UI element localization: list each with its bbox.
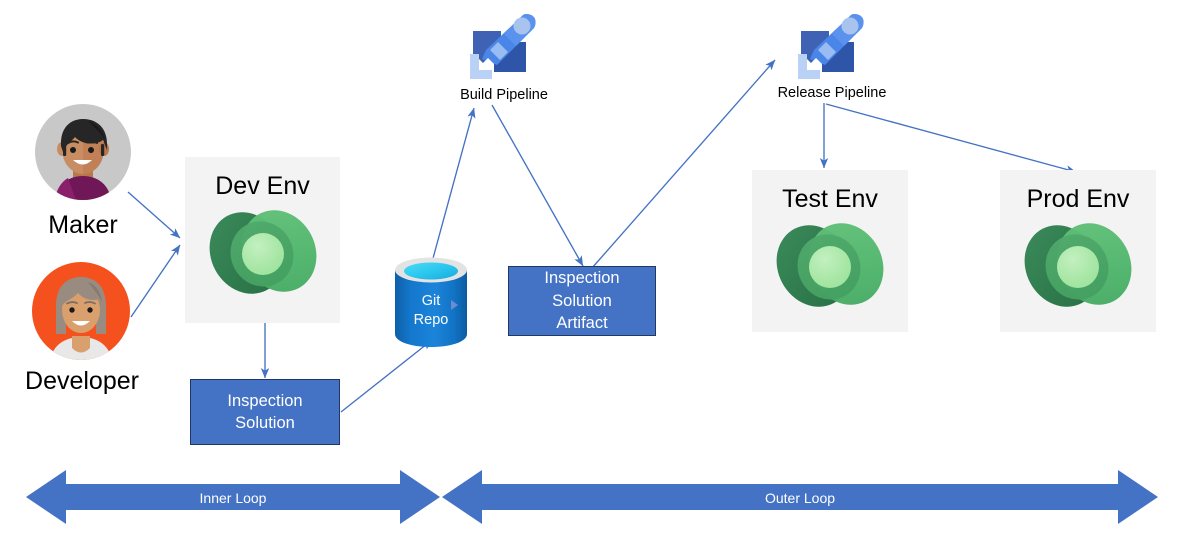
inner-loop-band: Inner Loop (26, 466, 440, 528)
maker-avatar-art (55, 119, 111, 200)
artifact-line: Inspection (227, 391, 303, 410)
avatar-maker (35, 104, 131, 200)
outer-loop-arrow (442, 470, 1158, 524)
pipeline-label-build: Build Pipeline (460, 87, 548, 103)
database-icon (395, 257, 467, 347)
rocket-icon-art (470, 14, 536, 79)
artifact-inspection-solution[interactable]: Inspection Solution (190, 379, 340, 445)
artifact-inspection-solution-artifact[interactable]: Inspection Solution Artifact (508, 266, 656, 336)
rocket-icon[interactable] (792, 6, 872, 84)
git-repo-cylinder[interactable]: Git Repo (392, 256, 470, 348)
developer-avatar-art (50, 277, 112, 360)
env-card-test[interactable]: Test Env (752, 170, 908, 332)
persona-label-developer: Developer (25, 367, 139, 395)
arrow-release-pipeline-to-prod (825, 103, 1077, 174)
pipeline-label-release: Release Pipeline (777, 85, 887, 101)
power-platform-icon (1010, 210, 1146, 320)
arrow-developer-to-dev (130, 244, 181, 318)
power-platform-icon (762, 210, 898, 320)
arrow-inspection-solution-to-git-repo (340, 339, 433, 413)
avatar-developer (32, 262, 130, 360)
env-card-prod[interactable]: Prod Env (1000, 170, 1156, 332)
artifact-line: Solution (552, 291, 612, 310)
artifact-line: Artifact (556, 314, 608, 333)
persona-label-maker: Maker (48, 211, 118, 239)
rocket-icon[interactable] (464, 6, 544, 84)
env-title-prod: Prod Env (1026, 185, 1130, 213)
arrow-git-repo-to-build-pipeline (431, 107, 476, 263)
env-card-dev[interactable]: Dev Env (185, 157, 340, 323)
artifact-line: Solution (235, 414, 295, 432)
outer-loop-band: Outer Loop (442, 466, 1158, 528)
env-title-dev: Dev Env (215, 172, 310, 200)
artifact-line: Inspection (544, 269, 620, 288)
rocket-icon-art (798, 14, 864, 79)
inner-loop-arrow (26, 470, 440, 524)
arrow-build-pipeline-to-artifact (491, 104, 584, 267)
power-platform-icon (194, 197, 331, 307)
diagram-canvas: Maker Developer Dev Env Test Env Prod En… (0, 0, 1192, 546)
env-title-test: Test Env (782, 185, 878, 213)
